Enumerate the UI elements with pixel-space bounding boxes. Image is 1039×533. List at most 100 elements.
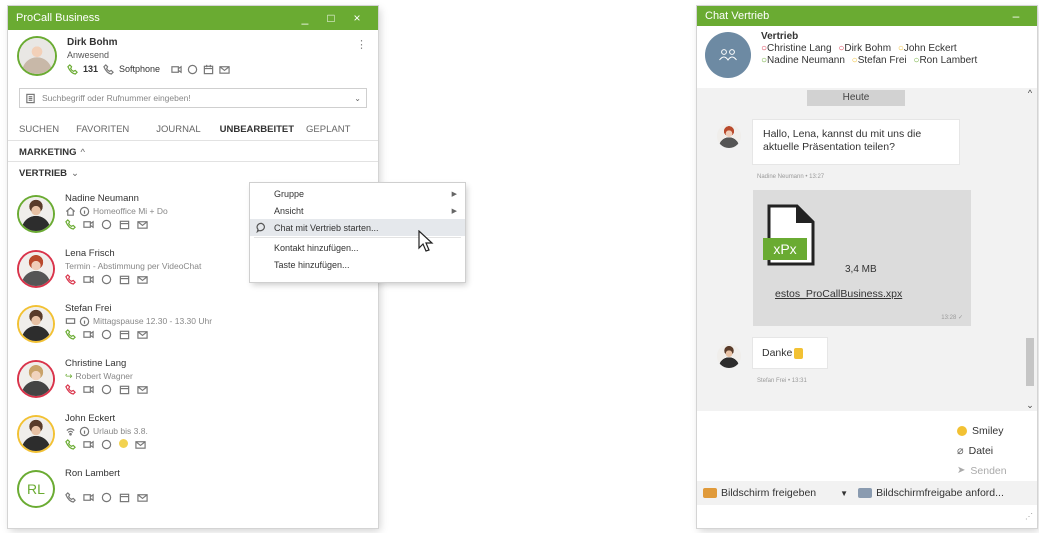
video-icon[interactable] <box>83 218 94 230</box>
own-device[interactable]: Softphone <box>119 63 160 75</box>
chevron-down-icon[interactable]: ⌄ <box>354 94 361 103</box>
contact-row[interactable]: Christine Lang ↪ Robert Wagner <box>8 350 378 405</box>
contact-name: Ron Lambert <box>65 468 120 479</box>
calendar-icon[interactable] <box>203 62 214 74</box>
own-status[interactable]: Anwesend <box>67 49 356 61</box>
message-input[interactable] <box>705 415 955 475</box>
phone-icon[interactable] <box>65 328 76 341</box>
day-separator: Heute <box>807 90 905 106</box>
request-screen-share-button[interactable]: Bildschirmfreigabe anford... <box>876 487 1004 499</box>
contact-avatar[interactable] <box>19 417 53 451</box>
contact-avatar-initials[interactable]: RL <box>19 472 53 506</box>
search-input[interactable]: Suchbegriff oder Rufnummer eingeben! ⌄ <box>19 88 367 108</box>
video-icon[interactable] <box>83 491 94 503</box>
phone-icon[interactable] <box>65 438 76 451</box>
contact-avatar[interactable] <box>19 252 53 286</box>
file-message[interactable]: xPx 3,4 MB estos_ProCallBusiness.xpx 13:… <box>753 190 971 326</box>
info-icon <box>79 315 90 327</box>
tab-journal[interactable]: JOURNAL <box>138 124 209 135</box>
chat-icon[interactable] <box>101 383 112 395</box>
group-vertrieb[interactable]: VERTRIEB ⌄ <box>8 164 378 182</box>
file-name-link[interactable]: estos_ProCallBusiness.xpx <box>775 288 902 300</box>
calendar-icon[interactable] <box>119 218 130 230</box>
member-name[interactable]: John Eckert <box>904 43 957 54</box>
minimize-button[interactable]: _ <box>292 11 318 25</box>
member-name[interactable]: Ron Lambert <box>919 55 977 66</box>
tab-geplant[interactable]: GEPLANT <box>303 124 359 135</box>
mail-icon[interactable] <box>137 383 148 395</box>
submenu-arrow-icon: ▶ <box>451 190 457 198</box>
close-button[interactable]: × <box>344 11 370 25</box>
message-text: Danke <box>762 347 793 359</box>
contact-row[interactable]: Stefan Frei Mittagspause 12.30 - 13.30 U… <box>8 295 378 350</box>
smiley-label: Smiley <box>972 425 1004 437</box>
menu-item-ansicht[interactable]: Ansicht ▶ <box>250 202 465 219</box>
screen-share-bar: Bildschirm freigeben ▼ Bildschirmfreigab… <box>697 481 1037 505</box>
contact-row[interactable]: John Eckert Urlaub bis 3.8. <box>8 405 378 460</box>
chat-icon[interactable] <box>101 328 112 340</box>
more-options-icon[interactable]: ⋮ <box>356 38 367 51</box>
tab-favoriten[interactable]: FAVORITEN <box>68 124 138 135</box>
phone-icon[interactable] <box>65 383 76 395</box>
calendar-busy-icon[interactable] <box>119 439 128 449</box>
phone-icon[interactable] <box>65 491 76 503</box>
calendar-icon[interactable] <box>119 383 130 395</box>
calendar-icon[interactable] <box>119 328 130 340</box>
contact-row[interactable]: RL Ron Lambert <box>8 460 378 515</box>
mail-icon[interactable] <box>137 273 148 285</box>
scroll-down-icon[interactable]: ⌄ <box>1025 400 1035 411</box>
tab-unbearbeitet[interactable]: UNBEARBEITET <box>210 124 303 135</box>
scroll-up-icon[interactable]: ^ <box>1025 88 1035 98</box>
chevron-down-icon: ⌄ <box>71 167 80 179</box>
contact-name: John Eckert <box>65 413 116 424</box>
search-placeholder: Suchbegriff oder Rufnummer eingeben! <box>42 93 191 103</box>
menu-item-taste-hinzufuegen[interactable]: Taste hinzufügen... <box>250 256 465 273</box>
contact-avatar[interactable] <box>19 362 53 396</box>
smiley-button[interactable]: Smiley <box>957 421 1007 441</box>
calendar-icon[interactable] <box>119 273 130 285</box>
menu-item-label: Taste hinzufügen... <box>274 259 350 270</box>
video-icon[interactable] <box>83 273 94 285</box>
phone-icon[interactable] <box>65 218 76 231</box>
member-name[interactable]: Christine Lang <box>767 43 831 54</box>
send-button[interactable]: ➤ Senden <box>957 461 1007 481</box>
chat-icon[interactable] <box>101 491 112 503</box>
mail-icon[interactable] <box>219 62 230 74</box>
video-icon[interactable] <box>83 438 94 450</box>
scrollbar[interactable]: ^ ⌄ <box>1025 88 1035 411</box>
own-avatar[interactable] <box>19 38 55 74</box>
scrollbar-thumb[interactable] <box>1026 338 1034 386</box>
member-name[interactable]: Stefan Frei <box>858 55 907 66</box>
file-label: Datei <box>968 445 994 457</box>
member-name[interactable]: Nadine Neumann <box>767 55 845 66</box>
dropdown-arrow-icon[interactable]: ▼ <box>840 489 848 498</box>
mail-icon[interactable] <box>135 438 146 450</box>
video-icon[interactable] <box>83 383 94 395</box>
share-screen-button[interactable]: Bildschirm freigeben <box>721 487 816 499</box>
mail-icon[interactable] <box>137 328 148 340</box>
compose-area: Smiley ⌀ Datei ➤ Senden <box>697 411 1037 481</box>
chat-icon[interactable] <box>101 438 112 450</box>
member-name[interactable]: Dirk Bohm <box>844 43 891 54</box>
mail-icon[interactable] <box>137 218 148 230</box>
maximize-button[interactable]: □ <box>318 11 344 25</box>
chat-icon[interactable] <box>101 218 112 230</box>
video-icon[interactable] <box>171 62 182 74</box>
phone-icon[interactable] <box>65 273 76 285</box>
mail-icon[interactable] <box>137 491 148 503</box>
resize-grip-icon[interactable]: ⋰ <box>1025 512 1033 521</box>
contact-avatar[interactable] <box>19 197 53 231</box>
chat-icon[interactable] <box>101 273 112 285</box>
group-marketing[interactable]: MARKETING ^ <box>8 143 378 161</box>
contact-avatar[interactable] <box>19 307 53 341</box>
phone-icon <box>67 62 78 75</box>
chat-icon[interactable] <box>187 62 198 74</box>
video-icon[interactable] <box>83 328 94 340</box>
message-bubble[interactable]: Hallo, Lena, kannst du mit uns die aktue… <box>753 120 959 164</box>
menu-item-gruppe[interactable]: Gruppe ▶ <box>250 185 465 202</box>
tab-suchen[interactable]: SUCHEN <box>16 124 68 135</box>
file-button[interactable]: ⌀ Datei <box>957 441 1007 461</box>
minimize-button[interactable]: – <box>1003 9 1029 23</box>
calendar-icon[interactable] <box>119 491 130 503</box>
message-bubble[interactable]: Danke <box>753 338 827 368</box>
